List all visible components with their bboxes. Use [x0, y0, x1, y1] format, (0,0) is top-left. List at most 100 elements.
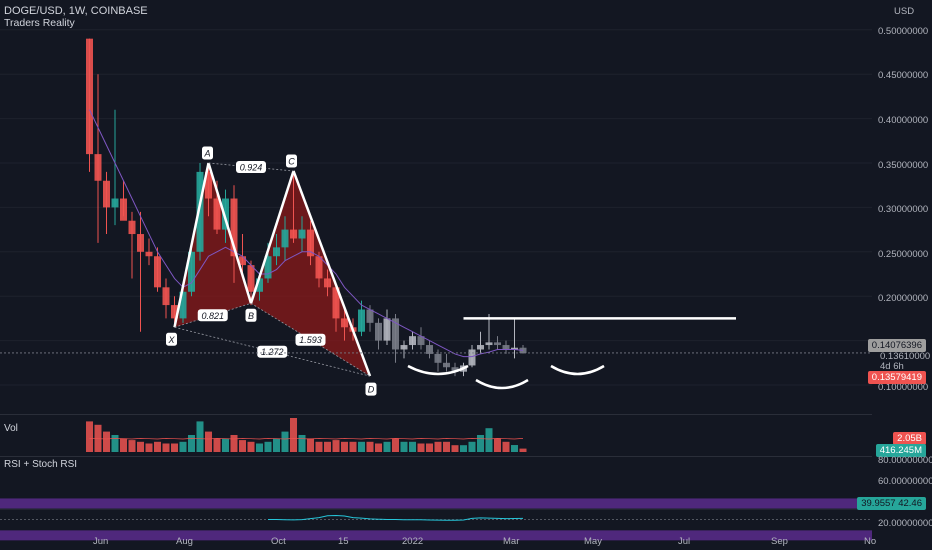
price-tick: 0.40000000 [878, 115, 929, 126]
volume-bar [171, 443, 178, 452]
candle-body [120, 198, 127, 221]
rsi-upper-band [0, 498, 872, 509]
volume-bar [383, 441, 391, 452]
candle-body [341, 318, 348, 328]
ratio-label: 0.821 [201, 311, 224, 321]
volume-bar [460, 445, 467, 452]
volume-bar [434, 441, 442, 452]
x-tick: Oct [271, 536, 286, 547]
volume-bar [120, 438, 127, 452]
volume-bar [111, 435, 119, 452]
candle-body [485, 342, 493, 346]
volume-bar [281, 431, 289, 452]
rsi-tick: 20.00000000 [878, 518, 932, 529]
candle-body [400, 345, 408, 350]
volume-bar [477, 435, 484, 452]
volume-bar [179, 441, 187, 452]
symbol-title[interactable]: DOGE/USD, 1W, COINBASE [4, 5, 148, 17]
volume-bar [375, 443, 382, 452]
volume-bar [239, 440, 246, 452]
volume-bar [188, 435, 195, 452]
volume-bar [222, 438, 229, 452]
chart-root: 0.924 0.821 1.593 1.272 X A B C D DOGE/USD, 1W, … [0, 0, 932, 550]
candle-body [281, 229, 289, 248]
rsi-tick: 60.00000000 [878, 476, 932, 487]
volume-bar [324, 441, 331, 452]
x-tick: Aug [176, 536, 193, 547]
volume-bar [417, 443, 425, 452]
volume-bar [213, 438, 221, 452]
candle-body [468, 349, 476, 366]
price-tick: 0.35000000 [878, 160, 929, 171]
support-arc [475, 378, 529, 390]
x-tick: 15 [338, 536, 349, 547]
candle-body [366, 309, 374, 323]
candle-body [298, 229, 306, 239]
candle-body [137, 234, 144, 252]
candle-body [162, 287, 170, 306]
chart-svg: 0.924 0.821 1.593 1.272 X A B C D [0, 29, 872, 541]
pane-separator-volume[interactable] [0, 414, 872, 415]
x-tick: Jul [678, 536, 691, 547]
volume-bar [315, 441, 323, 452]
candle-body [111, 198, 119, 208]
candle-body [154, 256, 161, 288]
volume-bar [468, 441, 476, 452]
rsi-pane-label[interactable]: RSI + Stoch RSI [4, 459, 77, 470]
candle-body [247, 265, 255, 292]
volume-ma-line [89, 438, 524, 440]
volume-bar [103, 431, 110, 452]
candle-body [315, 256, 323, 279]
volume-pane-label[interactable]: Vol [4, 423, 18, 434]
volume-bar [205, 431, 212, 452]
currency-label[interactable]: USD [894, 6, 914, 17]
indicator-title[interactable]: Traders Reality [4, 17, 75, 29]
candle-body [324, 278, 331, 288]
volume-bar [273, 438, 280, 452]
price-tick: 0.25000000 [878, 249, 929, 260]
candle-body [94, 154, 102, 181]
price-tick: 0.20000000 [878, 293, 929, 304]
volume-bar [307, 438, 314, 452]
price-tick: 0.45000000 [878, 70, 929, 81]
x-tick: 2022 [402, 536, 424, 547]
candle-body [86, 38, 93, 155]
candle-body [145, 251, 153, 257]
point-label: A [203, 149, 210, 159]
rsi-tick: 80.00000000 [878, 455, 932, 466]
candle-body [375, 322, 382, 341]
x-tick: May [584, 536, 602, 547]
point-label: B [248, 311, 254, 321]
candle-body [502, 345, 510, 350]
rsi-lower-band [0, 530, 872, 541]
volume-bar [519, 448, 527, 452]
point-label: C [288, 156, 295, 166]
volume-bar [392, 438, 399, 452]
volume-bar [145, 443, 153, 452]
volume-bar [256, 443, 263, 452]
candle-body [358, 309, 365, 332]
ratio-label: 1.272 [261, 347, 284, 357]
volume-bar [400, 441, 408, 452]
point-label: X [167, 335, 175, 345]
volume-bar [511, 445, 518, 452]
volume-bar [137, 441, 144, 452]
volume-bar [426, 443, 433, 452]
candle-body [477, 345, 484, 350]
candle-body [383, 318, 391, 341]
candle-body [409, 336, 416, 346]
volume-bar [366, 441, 374, 452]
volume-bar [128, 440, 136, 452]
volume-bar [230, 435, 238, 452]
volume-bar [349, 441, 357, 452]
candle-body [290, 229, 297, 239]
rsi-tag: 39.9557 42.46 [857, 497, 926, 510]
pane-separator-rsi[interactable] [0, 456, 872, 457]
volume-bar [341, 441, 348, 452]
price-tick: 0.50000000 [878, 26, 929, 37]
volume-bar [409, 441, 416, 452]
volume-bar [502, 441, 510, 452]
volume-bar [451, 445, 459, 452]
volume-bar [154, 441, 161, 452]
candle-body [273, 247, 280, 257]
